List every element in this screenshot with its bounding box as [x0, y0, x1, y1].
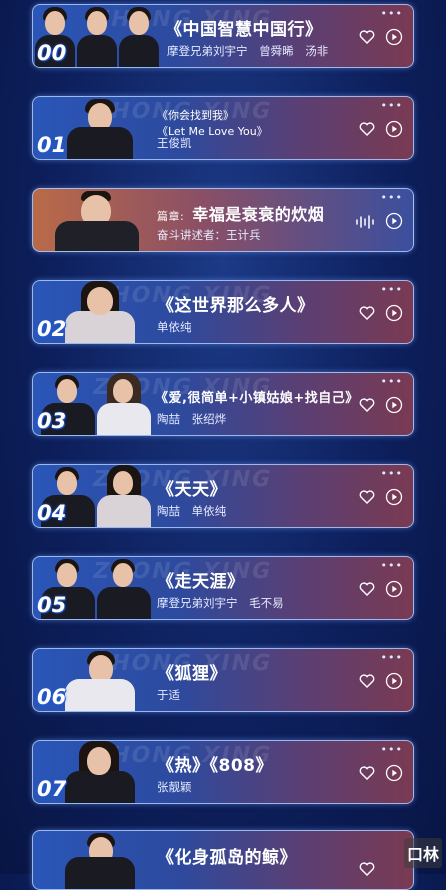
performer-avatar	[95, 559, 153, 619]
program-title: 《这世界那么多人》	[157, 296, 315, 316]
program-number: 01	[37, 133, 67, 157]
performer-avatar	[95, 465, 153, 527]
more-dots-icon[interactable]: •••	[381, 283, 403, 296]
heart-icon[interactable]	[359, 673, 375, 689]
program-card-04[interactable]: ZHONG XING 04 《天天》 陶喆 单依纯 •••	[32, 464, 414, 528]
program-number: 00	[37, 41, 67, 65]
heart-icon[interactable]	[359, 305, 375, 321]
play-icon[interactable]	[385, 672, 403, 690]
performer-avatar	[53, 191, 139, 251]
heart-icon[interactable]	[359, 397, 375, 413]
performer-avatar	[63, 831, 137, 889]
performer-avatar	[75, 7, 119, 67]
performer-photos	[65, 97, 135, 159]
play-icon[interactable]	[385, 304, 403, 322]
performer-photos	[63, 741, 137, 803]
performers-text: 单依纯	[157, 320, 192, 334]
performers-text: 陶喆 单依纯	[157, 504, 227, 518]
performer-avatar	[117, 7, 161, 67]
program-title: 《热》《808》	[157, 756, 273, 776]
performer-avatar	[63, 741, 137, 803]
more-dots-icon[interactable]: •••	[381, 651, 403, 664]
program-number: 06	[37, 685, 67, 709]
program-number: 07	[37, 777, 67, 801]
heart-icon[interactable]	[359, 765, 375, 781]
performers-text: 王俊凯	[157, 136, 192, 150]
chapter-title: 幸福是衰衰的炊烟	[192, 205, 325, 224]
play-icon[interactable]	[385, 764, 403, 782]
program-card-00[interactable]: ZHONG XING 00 《中国智慧中国行》 摩登兄弟刘宇宁 曾舜晞 汤非 •…	[32, 4, 414, 68]
performer-avatar	[63, 281, 137, 343]
performer-photos	[63, 831, 137, 889]
heart-icon[interactable]	[359, 29, 375, 45]
program-card-06[interactable]: ZHONG XING 06 《狐狸》 于适 •••	[32, 648, 414, 712]
heart-icon[interactable]	[359, 581, 375, 597]
program-title: 《爱,很简单+小镇姑娘+找自己》	[155, 391, 359, 406]
more-dots-icon[interactable]: •••	[381, 191, 403, 204]
program-title: 《天天》	[157, 480, 227, 500]
program-card-01[interactable]: ZHONG XING 01 《你会找到我》 《Let Me Love You》 …	[32, 96, 414, 160]
program-card-05[interactable]: ZHONG XING 05 《走天涯》 摩登兄弟刘宇宁 毛不易 •••	[32, 556, 414, 620]
storyteller-text: 奋斗讲述者：王计兵	[157, 228, 261, 242]
performer-photos	[63, 649, 137, 711]
program-title: 《狐狸》	[157, 664, 227, 684]
more-dots-icon[interactable]: •••	[381, 559, 403, 572]
audio-wave-icon	[356, 215, 374, 229]
performer-photos	[63, 281, 137, 343]
program-title: 《中国智慧中国行》	[165, 20, 323, 40]
more-dots-icon[interactable]: •••	[381, 7, 403, 20]
more-dots-icon[interactable]: •••	[381, 99, 403, 112]
play-icon[interactable]	[385, 488, 403, 506]
more-dots-icon[interactable]: •••	[381, 743, 403, 756]
performer-photos	[53, 189, 139, 251]
program-number: 05	[37, 593, 67, 617]
more-dots-icon[interactable]: •••	[381, 375, 403, 388]
chapter-prefix: 篇章:	[157, 210, 185, 223]
program-title: 篇章: 幸福是衰衰的炊烟	[157, 201, 324, 225]
play-icon[interactable]	[385, 396, 403, 414]
heart-icon[interactable]	[359, 121, 375, 137]
performers-text: 摩登兄弟刘宇宁 毛不易	[157, 596, 284, 610]
play-icon[interactable]	[385, 28, 403, 46]
play-icon[interactable]	[385, 212, 403, 230]
more-dots-icon[interactable]: •••	[381, 467, 403, 480]
heart-icon[interactable]	[359, 861, 375, 877]
program-card-08[interactable]: 《化身孤岛的鲸》	[32, 830, 414, 890]
program-title: 《你会找到我》	[157, 109, 234, 122]
heart-icon[interactable]	[359, 489, 375, 505]
program-number: 04	[37, 501, 67, 525]
program-title: 《化身孤岛的鲸》	[157, 848, 297, 868]
program-number: 03	[37, 409, 67, 433]
play-icon[interactable]	[385, 580, 403, 598]
performers-text: 张靓颖	[157, 780, 192, 794]
performer-avatar	[95, 373, 153, 435]
program-title: 《走天涯》	[157, 572, 245, 592]
program-card-02[interactable]: ZHONG XING 02 《这世界那么多人》 单依纯 •••	[32, 280, 414, 344]
program-card-03[interactable]: ZHONG XING 03 《爱,很简单+小镇姑娘+找自己》 陶喆 张绍烨 ••…	[32, 372, 414, 436]
performer-avatar	[65, 99, 135, 159]
performers-text: 于适	[157, 688, 180, 702]
performer-avatar	[63, 651, 137, 711]
program-card-07[interactable]: ZHONG XING 07 《热》《808》 张靓颖 •••	[32, 740, 414, 804]
program-number: 02	[37, 317, 67, 341]
program-card-chapter[interactable]: 篇章: 幸福是衰衰的炊烟 奋斗讲述者：王计兵 •••	[32, 188, 414, 252]
play-icon[interactable]	[385, 120, 403, 138]
performers-text: 摩登兄弟刘宇宁 曾舜晞 汤非	[167, 44, 329, 58]
watermark: 口林	[404, 838, 442, 868]
performers-text: 陶喆 张绍烨	[157, 412, 227, 426]
